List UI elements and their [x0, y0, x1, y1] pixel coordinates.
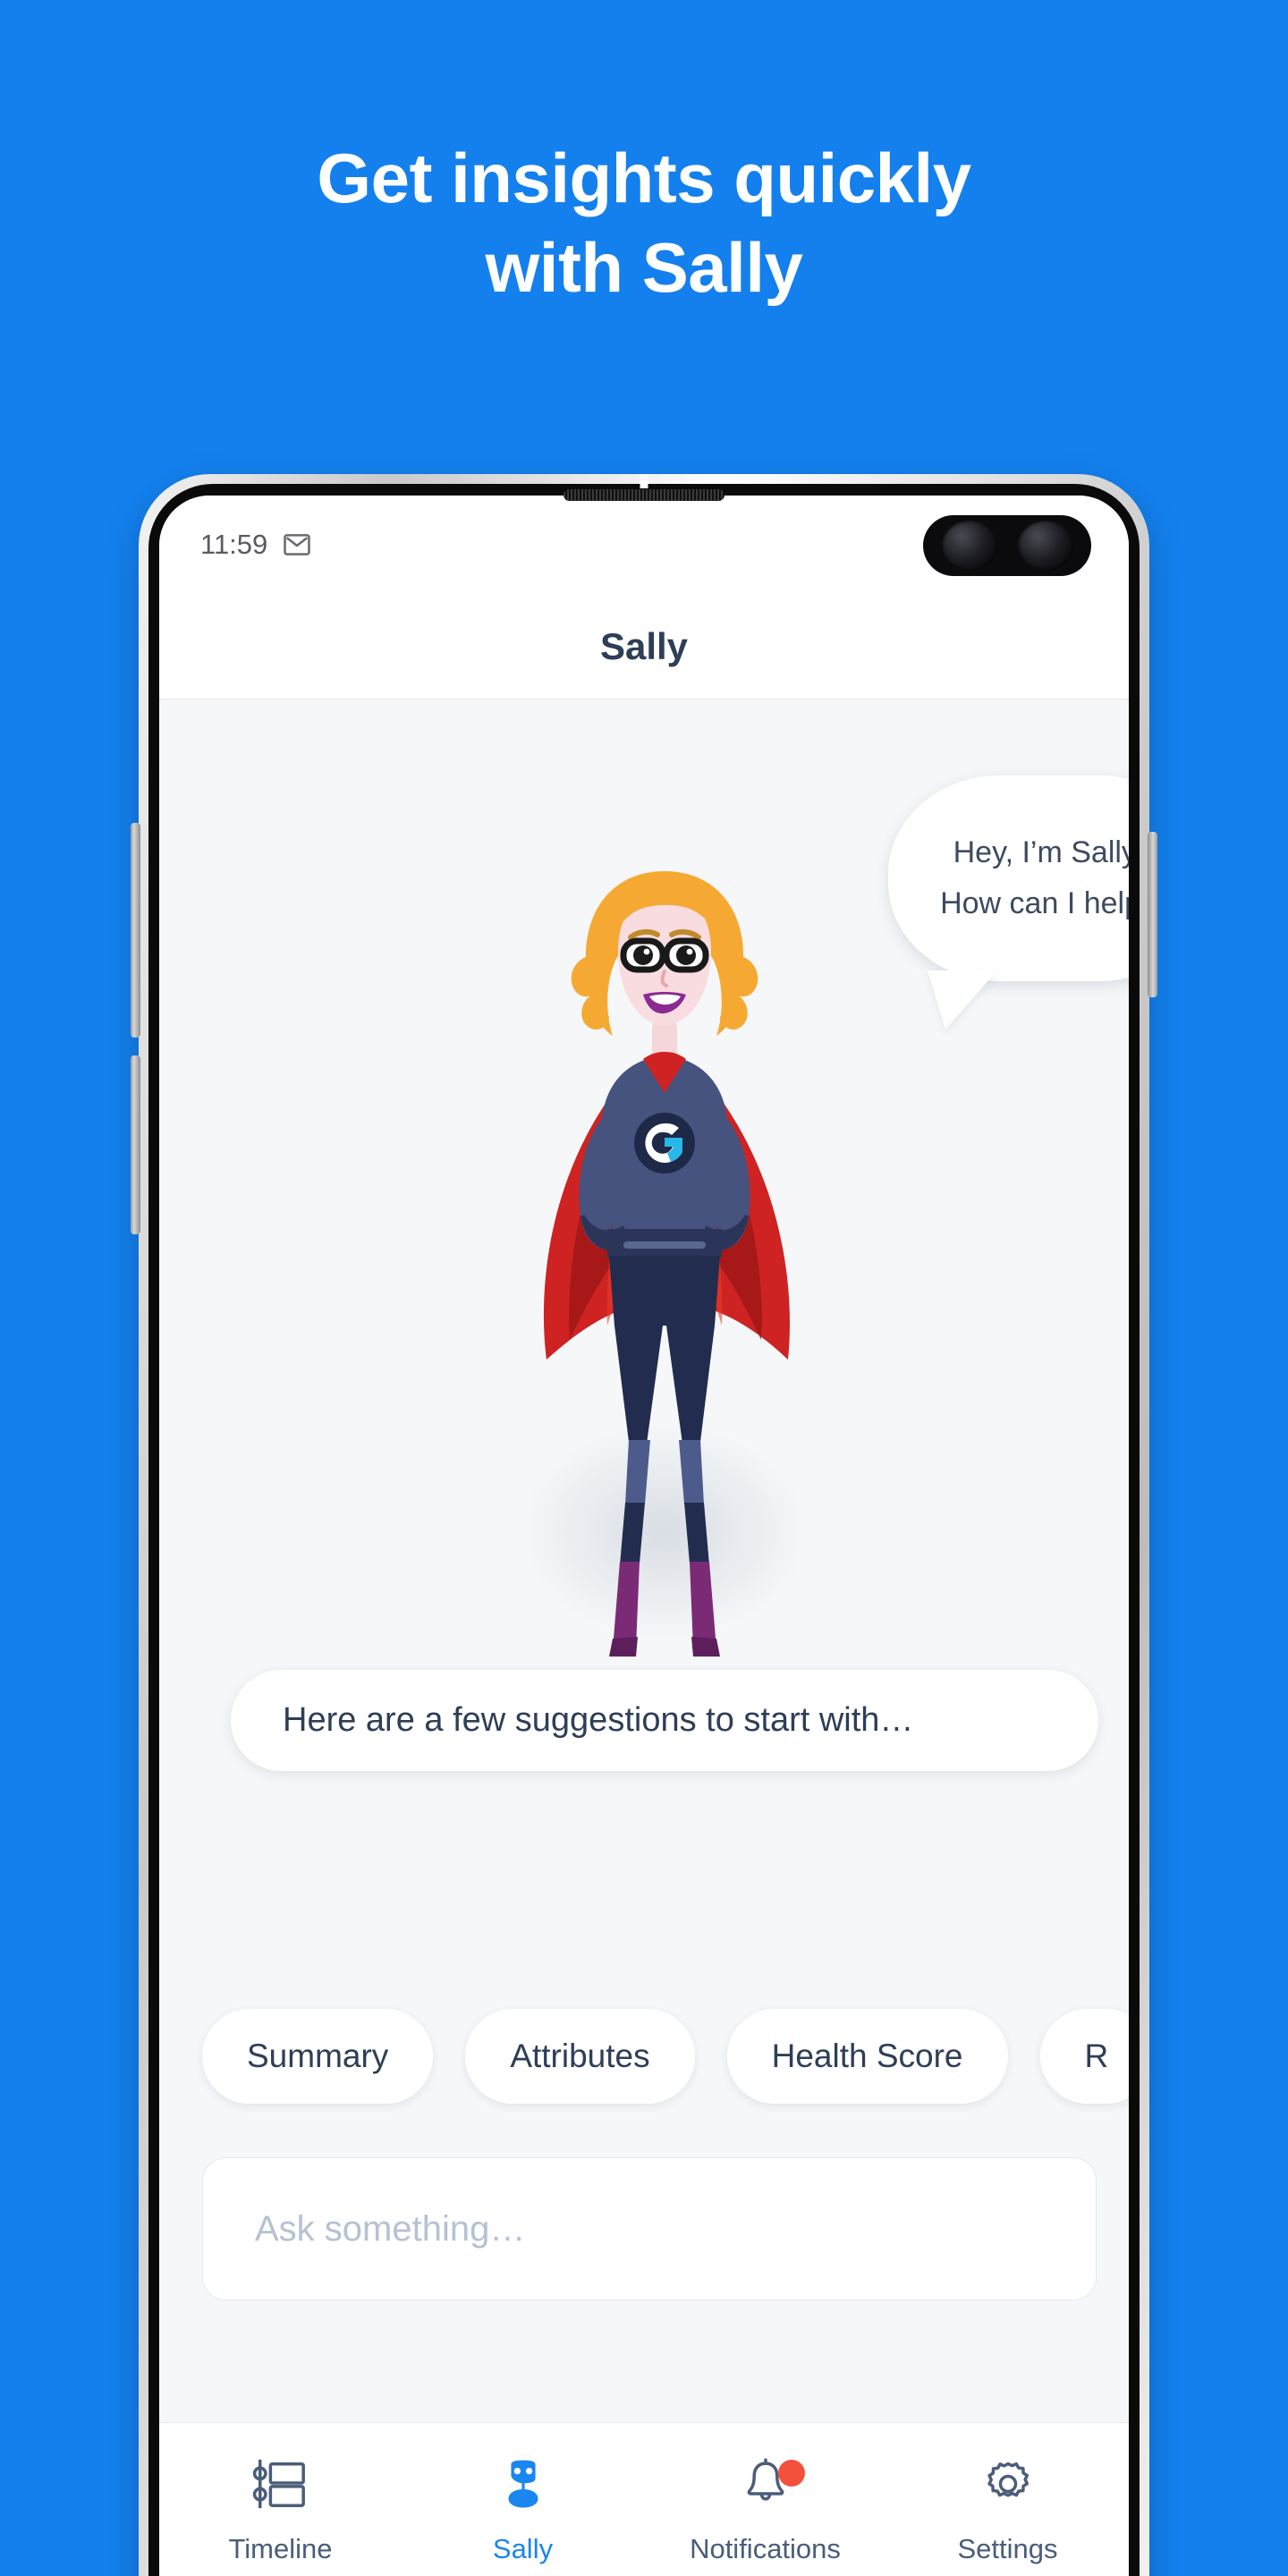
promo-heading: Get insights quickly with Sally — [0, 134, 1288, 313]
nav-item-settings[interactable]: Settings — [886, 2451, 1129, 2565]
volume-down-button[interactable] — [131, 1055, 140, 1234]
camera-lens-secondary — [1017, 521, 1073, 571]
gear-icon — [979, 2451, 1038, 2517]
bottom-navigation-bar: Timeline Sally Notifications Settings — [159, 2422, 1129, 2576]
suggestion-message-pill[interactable]: Here are a few suggestions to start with… — [231, 1670, 1098, 1771]
app-content-area: Hey, I’m Sally! How can I help? Here are… — [159, 699, 1129, 2422]
hero-section: Hey, I’m Sally! How can I help? — [159, 699, 1129, 1719]
phone-screen: 11:59 Sally Hey, I’m Sally! How can I he… — [159, 496, 1129, 2576]
suggestion-chips-row: Summary Attributes Health Score R — [159, 2009, 1129, 2104]
nav-item-notifications[interactable]: Notifications — [644, 2451, 886, 2565]
app-bar: Sally — [159, 594, 1129, 699]
sally-superhero-illustration — [530, 871, 799, 1657]
chip-attributes[interactable]: Attributes — [465, 2009, 695, 2104]
robot-icon — [494, 2451, 553, 2517]
gmail-icon — [284, 534, 311, 555]
power-button[interactable] — [1148, 832, 1157, 997]
ask-input-placeholder: Ask something… — [255, 2208, 526, 2249]
status-bar-clock: 11:59 — [200, 529, 268, 560]
nav-label-sally: Sally — [492, 2532, 554, 2564]
ask-something-input[interactable]: Ask something… — [202, 2157, 1097, 2301]
page-title: Sally — [599, 624, 689, 667]
nav-item-timeline[interactable]: Timeline — [159, 2451, 402, 2565]
status-bar: 11:59 — [159, 496, 1129, 594]
timeline-icon — [251, 2451, 310, 2517]
phone-device-mockup: 11:59 Sally Hey, I’m Sally! How can I he… — [131, 474, 1157, 2576]
nav-item-sally[interactable]: Sally — [402, 2451, 644, 2565]
chip-health-score[interactable]: Health Score — [726, 2009, 1008, 2104]
bubble-line-1: Hey, I’m Sally! — [953, 835, 1129, 869]
promo-heading-line-1: Get insights quickly — [317, 139, 971, 217]
suggestion-message-text: Here are a few suggestions to start with… — [283, 1701, 914, 1739]
sally-speech-bubble: Hey, I’m Sally! How can I help? — [888, 775, 1129, 1030]
notifications-badge — [777, 2459, 805, 2487]
chip-summary[interactable]: Summary — [202, 2009, 434, 2104]
chip-overflow[interactable]: R — [1039, 2009, 1129, 2104]
camera-lens-main — [941, 521, 997, 571]
frame-antenna-line — [640, 474, 648, 488]
nav-label-settings: Settings — [957, 2532, 1058, 2564]
volume-up-button[interactable] — [131, 823, 140, 1038]
earpiece-speaker-grille — [564, 489, 724, 501]
speech-bubble-tail — [928, 970, 997, 1030]
status-bar-left: 11:59 — [200, 529, 312, 561]
promo-heading-line-2: with Sally — [485, 227, 803, 307]
bubble-line-2: How can I help? — [940, 886, 1129, 920]
punch-hole-camera — [923, 515, 1091, 576]
nav-label-notifications: Notifications — [690, 2532, 841, 2564]
nav-label-timeline: Timeline — [228, 2532, 333, 2564]
